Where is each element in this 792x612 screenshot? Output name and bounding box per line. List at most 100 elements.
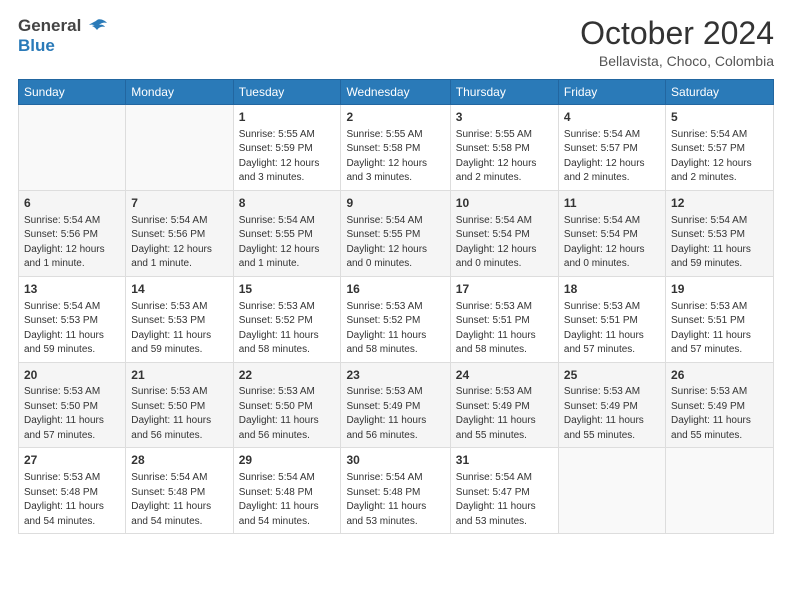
day-number: 8	[239, 195, 336, 212]
month-title: October 2024	[580, 16, 774, 51]
day-number: 30	[346, 452, 444, 469]
day-info: Sunrise: 5:54 AM Sunset: 5:56 PM Dayligh…	[131, 214, 227, 272]
calendar-cell: 31Sunrise: 5:54 AM Sunset: 5:47 PM Dayli…	[450, 448, 558, 534]
day-info: Sunrise: 5:53 AM Sunset: 5:51 PM Dayligh…	[671, 300, 768, 358]
day-info: Sunrise: 5:53 AM Sunset: 5:50 PM Dayligh…	[131, 385, 227, 443]
calendar-cell: 24Sunrise: 5:53 AM Sunset: 5:49 PM Dayli…	[450, 362, 558, 448]
calendar-header-row: Sunday Monday Tuesday Wednesday Thursday…	[19, 80, 774, 105]
day-number: 20	[24, 367, 120, 384]
header-thursday: Thursday	[450, 80, 558, 105]
calendar-cell: 3 Sunrise: 5:55 AM Sunset: 5:58 PM Daylig…	[450, 105, 558, 191]
day-number: 26	[671, 367, 768, 384]
calendar-cell: 6 Sunrise: 5:54 AM Sunset: 5:56 PM Daylig…	[19, 190, 126, 276]
calendar-cell: 4Sunrise: 5:54 AM Sunset: 5:57 PM Daylig…	[558, 105, 665, 191]
day-number: 22	[239, 367, 336, 384]
day-info: Sunrise: 5:53 AM Sunset: 5:53 PM Dayligh…	[131, 300, 227, 358]
day-number: 16	[346, 281, 444, 298]
subtitle: Bellavista, Choco, Colombia	[580, 53, 774, 69]
calendar-cell: 25Sunrise: 5:53 AM Sunset: 5:49 PM Dayli…	[558, 362, 665, 448]
day-number: 6	[24, 195, 120, 212]
header-tuesday: Tuesday	[233, 80, 341, 105]
calendar-cell: 2Sunrise: 5:55 AM Sunset: 5:58 PM Daylig…	[341, 105, 450, 191]
calendar-cell: 15 Sunrise: 5:53 AM Sunset: 5:52 PM Dayli…	[233, 276, 341, 362]
calendar-cell: 23Sunrise: 5:53 AM Sunset: 5:49 PM Dayli…	[341, 362, 450, 448]
calendar-cell: 8 Sunrise: 5:54 AM Sunset: 5:55 PM Daylig…	[233, 190, 341, 276]
calendar-week-4: 20Sunrise: 5:53 AM Sunset: 5:50 PM Dayli…	[19, 362, 774, 448]
day-info: Sunrise: 5:54 AM Sunset: 5:55 PM Dayligh…	[239, 214, 336, 272]
calendar-table: Sunday Monday Tuesday Wednesday Thursday…	[18, 79, 774, 534]
calendar-cell: 20Sunrise: 5:53 AM Sunset: 5:50 PM Dayli…	[19, 362, 126, 448]
day-number: 5	[671, 109, 768, 126]
day-number: 10	[456, 195, 553, 212]
day-info: Sunrise: 5:54 AM Sunset: 5:55 PM Dayligh…	[346, 214, 444, 272]
calendar-body: 1Sunrise: 5:55 AM Sunset: 5:59 PM Daylig…	[19, 105, 774, 534]
day-number: 14	[131, 281, 227, 298]
day-info: Sunrise: 5:53 AM Sunset: 5:51 PM Dayligh…	[564, 300, 660, 358]
day-info: Sunrise: 5:55 AM Sunset: 5:59 PM Dayligh…	[239, 128, 336, 186]
day-number: 13	[24, 281, 120, 298]
day-info: Sunrise: 5:54 AM Sunset: 5:54 PM Dayligh…	[564, 214, 660, 272]
day-number: 3	[456, 109, 553, 126]
calendar-cell: 9 Sunrise: 5:54 AM Sunset: 5:55 PM Daylig…	[341, 190, 450, 276]
day-number: 31	[456, 452, 553, 469]
day-info: Sunrise: 5:53 AM Sunset: 5:50 PM Dayligh…	[239, 385, 336, 443]
day-info: Sunrise: 5:53 AM Sunset: 5:50 PM Dayligh…	[24, 385, 120, 443]
calendar-cell: 10 Sunrise: 5:54 AM Sunset: 5:54 PM Dayli…	[450, 190, 558, 276]
calendar-week-2: 6 Sunrise: 5:54 AM Sunset: 5:56 PM Daylig…	[19, 190, 774, 276]
day-info: Sunrise: 5:53 AM Sunset: 5:49 PM Dayligh…	[564, 385, 660, 443]
logo-general: General	[18, 16, 107, 36]
day-info: Sunrise: 5:53 AM Sunset: 5:52 PM Dayligh…	[346, 300, 444, 358]
day-number: 29	[239, 452, 336, 469]
calendar-cell	[126, 105, 233, 191]
calendar-cell: 13 Sunrise: 5:54 AM Sunset: 5:53 PM Dayli…	[19, 276, 126, 362]
calendar-cell: 5 Sunrise: 5:54 AM Sunset: 5:57 PM Daylig…	[666, 105, 774, 191]
calendar-cell: 26Sunrise: 5:53 AM Sunset: 5:49 PM Dayli…	[666, 362, 774, 448]
calendar-cell: 11 Sunrise: 5:54 AM Sunset: 5:54 PM Dayli…	[558, 190, 665, 276]
calendar-cell	[558, 448, 665, 534]
day-info: Sunrise: 5:54 AM Sunset: 5:48 PM Dayligh…	[131, 471, 227, 529]
day-info: Sunrise: 5:54 AM Sunset: 5:57 PM Dayligh…	[671, 128, 768, 186]
logo-blue: Blue	[18, 36, 107, 56]
day-info: Sunrise: 5:54 AM Sunset: 5:53 PM Dayligh…	[671, 214, 768, 272]
day-number: 2	[346, 109, 444, 126]
day-number: 24	[456, 367, 553, 384]
day-info: Sunrise: 5:54 AM Sunset: 5:54 PM Dayligh…	[456, 214, 553, 272]
calendar-cell: 18Sunrise: 5:53 AM Sunset: 5:51 PM Dayli…	[558, 276, 665, 362]
header-friday: Friday	[558, 80, 665, 105]
page: General Blue October 2024 Bellavista, Ch…	[0, 0, 792, 612]
day-info: Sunrise: 5:54 AM Sunset: 5:48 PM Dayligh…	[239, 471, 336, 529]
day-number: 19	[671, 281, 768, 298]
day-number: 17	[456, 281, 553, 298]
calendar-cell: 7 Sunrise: 5:54 AM Sunset: 5:56 PM Daylig…	[126, 190, 233, 276]
calendar-cell: 14 Sunrise: 5:53 AM Sunset: 5:53 PM Dayli…	[126, 276, 233, 362]
day-number: 21	[131, 367, 227, 384]
day-info: Sunrise: 5:53 AM Sunset: 5:48 PM Dayligh…	[24, 471, 120, 529]
header-monday: Monday	[126, 80, 233, 105]
calendar-cell: 28 Sunrise: 5:54 AM Sunset: 5:48 PM Dayli…	[126, 448, 233, 534]
day-number: 23	[346, 367, 444, 384]
day-number: 11	[564, 195, 660, 212]
calendar-cell: 16 Sunrise: 5:53 AM Sunset: 5:52 PM Dayli…	[341, 276, 450, 362]
day-number: 27	[24, 452, 120, 469]
day-number: 15	[239, 281, 336, 298]
day-info: Sunrise: 5:55 AM Sunset: 5:58 PM Dayligh…	[456, 128, 553, 186]
calendar-cell: 17Sunrise: 5:53 AM Sunset: 5:51 PM Dayli…	[450, 276, 558, 362]
logo-bird-icon	[87, 18, 107, 36]
calendar-cell: 12Sunrise: 5:54 AM Sunset: 5:53 PM Dayli…	[666, 190, 774, 276]
day-number: 4	[564, 109, 660, 126]
day-number: 7	[131, 195, 227, 212]
day-info: Sunrise: 5:54 AM Sunset: 5:53 PM Dayligh…	[24, 300, 120, 358]
day-number: 9	[346, 195, 444, 212]
calendar-cell	[19, 105, 126, 191]
logo: General Blue	[18, 16, 107, 55]
header: General Blue October 2024 Bellavista, Ch…	[18, 16, 774, 69]
day-info: Sunrise: 5:53 AM Sunset: 5:49 PM Dayligh…	[671, 385, 768, 443]
day-info: Sunrise: 5:54 AM Sunset: 5:56 PM Dayligh…	[24, 214, 120, 272]
title-block: October 2024 Bellavista, Choco, Colombia	[580, 16, 774, 69]
calendar-cell: 27 Sunrise: 5:53 AM Sunset: 5:48 PM Dayli…	[19, 448, 126, 534]
day-number: 28	[131, 452, 227, 469]
day-info: Sunrise: 5:53 AM Sunset: 5:52 PM Dayligh…	[239, 300, 336, 358]
header-wednesday: Wednesday	[341, 80, 450, 105]
calendar-cell: 19 Sunrise: 5:53 AM Sunset: 5:51 PM Dayli…	[666, 276, 774, 362]
calendar-cell: 21Sunrise: 5:53 AM Sunset: 5:50 PM Dayli…	[126, 362, 233, 448]
